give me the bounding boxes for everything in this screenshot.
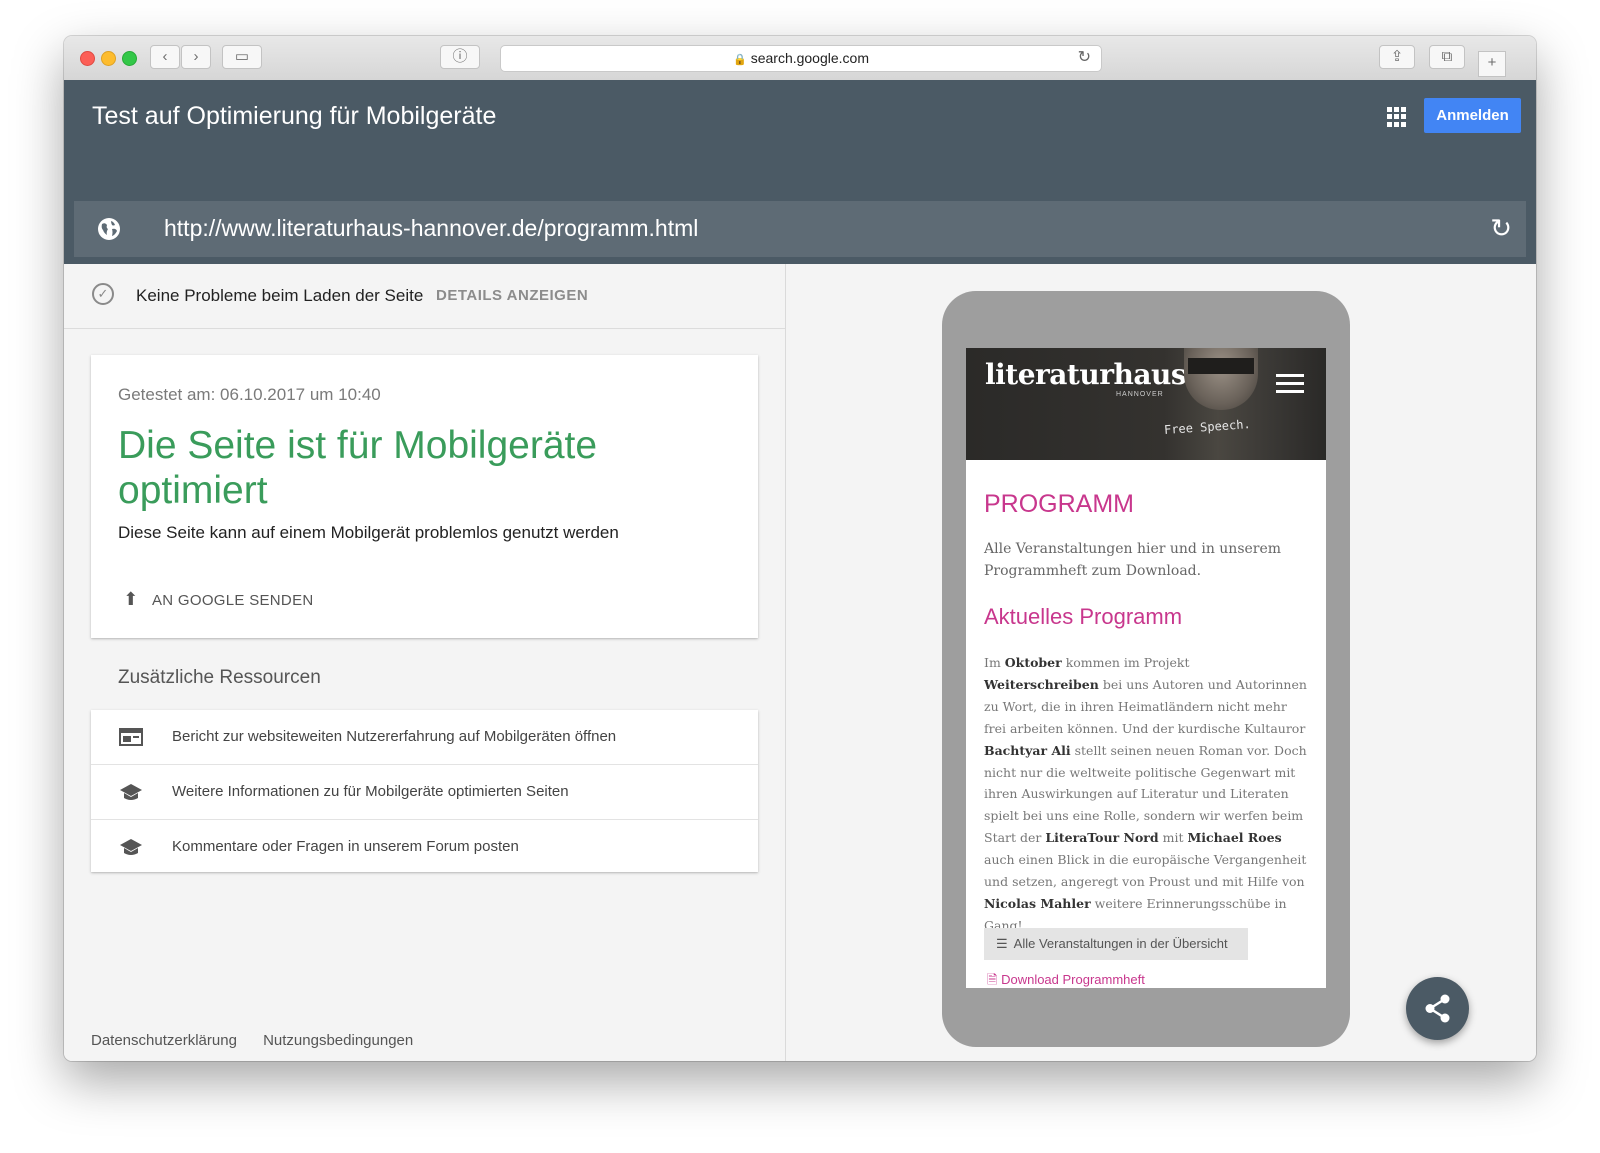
privacy-report-button[interactable]: ⓘ	[440, 45, 480, 69]
resource-item-label: Bericht zur websiteweiten Nutzererfahrun…	[172, 728, 617, 745]
chevron-right-icon: ›	[193, 48, 199, 65]
minimize-window-button[interactable]	[101, 51, 116, 66]
phone-screen[interactable]: literaturhaus HANNOVER Free Speech. PROG…	[966, 348, 1326, 988]
browser-toolbar: ‹ › ▭ ⓘ 🔒 search.google.com ↻ ⇪ ⧉ +	[64, 36, 1536, 81]
result-subtitle: Diese Seite kann auf einem Mobilgerät pr…	[118, 523, 619, 542]
resource-item[interactable]: Bericht zur websiteweiten Nutzererfahrun…	[91, 710, 758, 765]
close-window-button[interactable]	[80, 51, 95, 66]
forward-button[interactable]: ›	[181, 45, 211, 69]
share-fab-button[interactable]	[1406, 977, 1469, 1040]
show-details-button[interactable]: DETAILS ANZEIGEN	[436, 287, 588, 304]
shirt-text: Free Speech.	[1163, 416, 1252, 438]
back-button[interactable]: ‹	[150, 45, 180, 69]
upload-icon: ⬆	[123, 589, 139, 609]
sidebar-icon: ▭	[234, 48, 250, 65]
address-text: search.google.com	[750, 50, 869, 66]
url-input[interactable]: http://www.literaturhaus-hannover.de/pro…	[164, 215, 698, 242]
report-icon	[119, 728, 143, 746]
site-logo: literaturhaus	[985, 358, 1187, 391]
preview-panel: literaturhaus HANNOVER Free Speech. PROG…	[786, 264, 1536, 1061]
plus-icon: +	[1487, 54, 1497, 71]
address-bar[interactable]: 🔒 search.google.com ↻	[500, 45, 1102, 72]
load-status-message: Keine Probleme beim Laden der Seite	[136, 286, 424, 305]
site-intro: Alle Veranstaltungen hier und in unserem…	[984, 541, 1282, 579]
resources-list: Bericht zur websiteweiten Nutzererfahrun…	[91, 710, 758, 872]
share-icon: ⇪	[1390, 48, 1404, 65]
site-body-text: Im Oktober kommen im Projekt Weiterschre…	[984, 655, 1307, 933]
result-card: Getestet am: 06.10.2017 um 10:40 Die Sei…	[91, 355, 758, 638]
globe-icon	[98, 218, 120, 240]
footer-links: Datenschutzerklärung Nutzungsbedingungen	[91, 1032, 435, 1049]
site-page-title: PROGRAMM	[984, 490, 1134, 518]
lock-icon: 🔒	[733, 54, 747, 66]
load-status-bar: ✓ Keine Probleme beim Laden der Seite DE…	[64, 264, 785, 329]
reload-icon[interactable]: ↻	[1078, 46, 1091, 70]
phone-frame: literaturhaus HANNOVER Free Speech. PROG…	[942, 291, 1350, 1047]
overview-button[interactable]: ☰ Alle Veranstaltungen in der Übersicht	[984, 928, 1248, 960]
tested-at: Getestet am: 06.10.2017 um 10:40	[118, 385, 381, 404]
site-logo-sub: HANNOVER	[1116, 391, 1164, 398]
menu-icon[interactable]	[1276, 374, 1304, 398]
app-header: Test auf Optimierung für Mobilgeräte Anm…	[64, 80, 1536, 264]
zoom-window-button[interactable]	[122, 51, 137, 66]
tabs-overview-button[interactable]: ⧉	[1429, 45, 1465, 69]
result-headline: Die Seite ist für Mobilgeräte optimiert	[118, 424, 598, 512]
resources-title: Zusätzliche Ressourcen	[118, 667, 321, 688]
submit-to-google-label: AN GOOGLE SENDEN	[152, 592, 314, 609]
download-link[interactable]: 🗎 Download Programmheft	[987, 971, 1145, 988]
resource-item-label: Kommentare oder Fragen in unserem Forum …	[172, 838, 519, 855]
list-icon: ☰	[996, 936, 1008, 951]
info-icon: ⓘ	[452, 48, 468, 65]
new-tab-button[interactable]: +	[1478, 51, 1506, 77]
submit-to-google-button[interactable]: ⬆ AN GOOGLE SENDEN	[118, 589, 314, 610]
apps-grid-icon[interactable]	[1387, 107, 1407, 127]
tabs-icon: ⧉	[1441, 48, 1453, 65]
refresh-icon[interactable]: ↻	[1490, 213, 1512, 244]
signin-button[interactable]: Anmelden	[1424, 98, 1521, 133]
resource-item[interactable]: Kommentare oder Fragen in unserem Forum …	[91, 820, 758, 874]
chevron-left-icon: ‹	[162, 48, 168, 65]
privacy-link[interactable]: Datenschutzerklärung	[91, 1032, 237, 1049]
share-button[interactable]: ⇪	[1379, 45, 1415, 69]
school-icon	[120, 839, 142, 855]
url-input-bar[interactable]: http://www.literaturhaus-hannover.de/pro…	[74, 201, 1526, 257]
terms-link[interactable]: Nutzungsbedingungen	[263, 1032, 413, 1049]
results-panel: ✓ Keine Probleme beim Laden der Seite DE…	[64, 264, 786, 1061]
share-icon	[1425, 994, 1450, 1023]
page-title: Test auf Optimierung für Mobilgeräte	[92, 102, 497, 130]
site-section-title: Aktuelles Programm	[984, 604, 1183, 629]
resource-item-label: Weitere Informationen zu für Mobilgeräte…	[172, 783, 569, 800]
school-icon	[120, 784, 142, 800]
site-header-image: literaturhaus HANNOVER Free Speech.	[966, 348, 1326, 460]
overview-button-label: Alle Veranstaltungen in der Übersicht	[1013, 936, 1228, 951]
download-link-label: Download Programmheft	[1001, 972, 1145, 987]
check-circle-icon: ✓	[92, 283, 114, 305]
resource-item[interactable]: Weitere Informationen zu für Mobilgeräte…	[91, 765, 758, 820]
browser-window: ‹ › ▭ ⓘ 🔒 search.google.com ↻ ⇪ ⧉ + Test …	[64, 36, 1536, 1061]
pdf-icon: 🗎	[987, 972, 998, 987]
tape-image	[1188, 358, 1254, 374]
sidebar-toggle-button[interactable]: ▭	[222, 45, 262, 69]
